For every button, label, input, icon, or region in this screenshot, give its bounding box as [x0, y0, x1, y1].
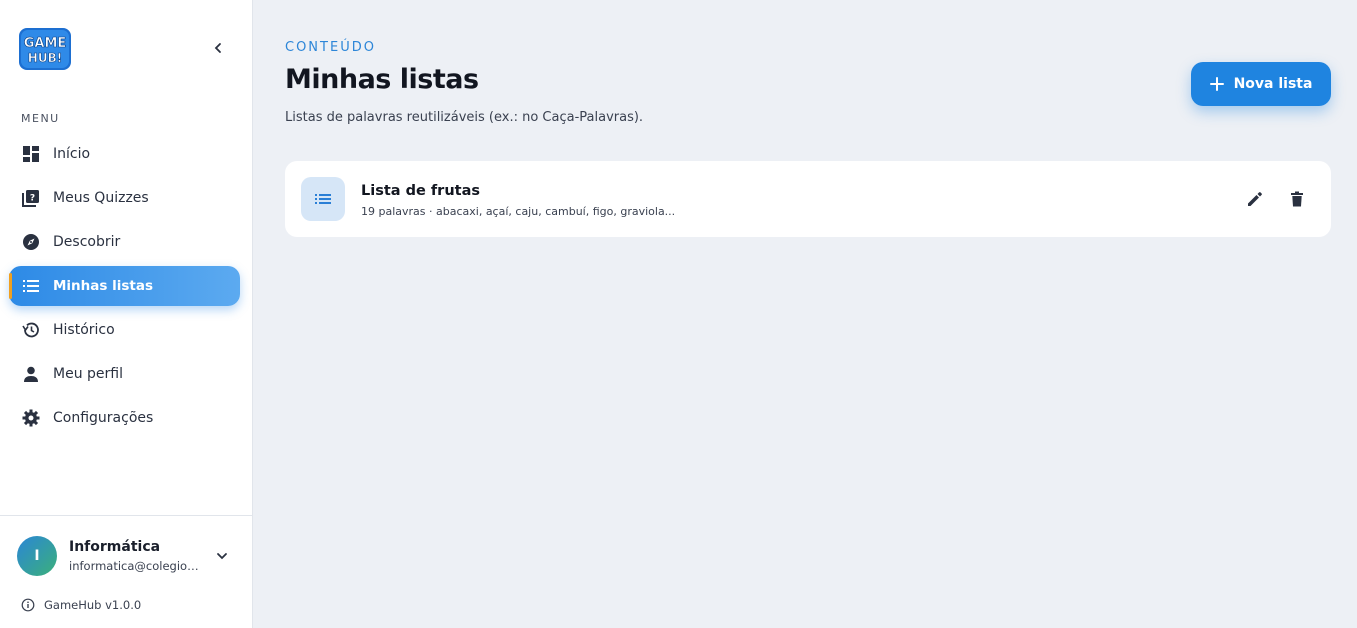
list-title: Lista de frutas	[361, 183, 480, 199]
svg-text:?: ?	[30, 194, 35, 204]
trash-icon	[1291, 191, 1303, 207]
sidebar-item-label: Meu perfil	[53, 366, 123, 382]
list-icon	[21, 276, 41, 296]
quiz-icon: ?	[21, 188, 41, 208]
dashboard-icon	[21, 144, 41, 164]
history-icon	[21, 320, 41, 340]
chevron-left-icon	[214, 43, 221, 53]
sidebar-item-label: Histórico	[53, 322, 115, 338]
sidebar: GAME HUB! MENU Início ? Meus Quizzes Des…	[0, 0, 253, 628]
user-menu-toggle[interactable]	[212, 546, 232, 566]
sidebar-item-meus-quizzes[interactable]: ? Meus Quizzes	[9, 178, 240, 218]
section-eyebrow: CONTEÚDO	[285, 40, 376, 55]
avatar[interactable]: I	[17, 536, 57, 576]
app-version: GameHub v1.0.0	[21, 598, 141, 612]
sidebar-nav: Início ? Meus Quizzes Descobrir Minhas l…	[9, 134, 240, 442]
page-title: Minhas listas	[285, 64, 479, 95]
version-text: GameHub v1.0.0	[44, 598, 142, 612]
sidebar-item-inicio[interactable]: Início	[9, 134, 240, 174]
sidebar-item-historico[interactable]: Histórico	[9, 310, 240, 350]
sidebar-item-descobrir[interactable]: Descobrir	[9, 222, 240, 262]
sidebar-item-configuracoes[interactable]: Configurações	[9, 398, 240, 438]
gamehub-logo[interactable]: GAME HUB!	[17, 26, 73, 72]
gear-icon	[21, 408, 41, 428]
delete-list-button[interactable]	[1285, 187, 1309, 211]
sidebar-item-label: Início	[53, 146, 91, 162]
compass-icon	[21, 232, 41, 252]
svg-text:GAME: GAME	[24, 36, 67, 51]
sidebar-item-label: Minhas listas	[53, 278, 154, 294]
user-email: informatica@colegiosa...	[69, 559, 204, 573]
sidebar-item-meu-perfil[interactable]: Meu perfil	[9, 354, 240, 394]
sidebar-item-label: Meus Quizzes	[53, 190, 149, 206]
new-list-label: Nova lista	[1233, 76, 1313, 92]
info-icon	[21, 598, 35, 612]
plus-icon	[1209, 77, 1224, 91]
edit-list-button[interactable]	[1243, 187, 1267, 211]
svg-text:HUB!: HUB!	[28, 51, 62, 65]
pencil-icon	[1248, 192, 1262, 206]
sidebar-divider	[0, 515, 252, 516]
sidebar-item-label: Descobrir	[53, 234, 121, 250]
menu-heading: MENU	[21, 112, 60, 125]
person-icon	[21, 364, 41, 384]
user-name: Informática	[69, 539, 161, 555]
new-list-button[interactable]: Nova lista	[1191, 62, 1331, 106]
chevron-down-icon	[217, 553, 227, 560]
list-meta: 19 palavras · abacaxi, açaí, caju, cambu…	[361, 205, 676, 218]
list-item[interactable]: Lista de frutas 19 palavras · abacaxi, a…	[285, 161, 1331, 237]
page-subtitle: Listas de palavras reutilizáveis (ex.: n…	[285, 110, 644, 125]
sidebar-item-label: Configurações	[53, 410, 154, 426]
list-icon	[301, 177, 345, 221]
collapse-sidebar-button[interactable]	[208, 38, 228, 58]
sidebar-item-minhas-listas[interactable]: Minhas listas	[9, 266, 240, 306]
